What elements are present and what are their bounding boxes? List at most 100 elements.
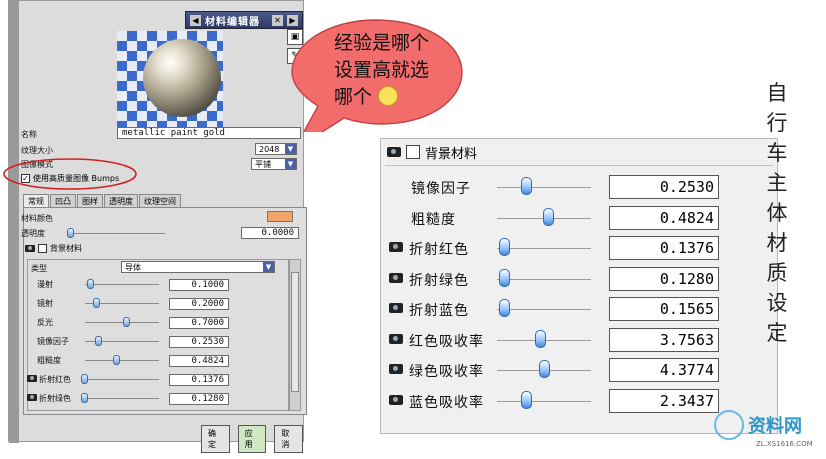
property-label: 粗糙度 [37, 356, 61, 365]
property-value-field[interactable]: 0.1280 [169, 393, 229, 405]
property-slider[interactable] [85, 379, 159, 380]
zoom-row: 折射绿色 0.1280 [381, 264, 777, 294]
side-note-char: 定 [766, 321, 788, 345]
property-slider-knob[interactable] [113, 355, 120, 365]
material-color-swatch[interactable] [267, 211, 293, 222]
camera-icon [27, 375, 37, 382]
properties-box [27, 259, 289, 411]
texture-size-select[interactable]: 2048 ▼ [255, 143, 297, 155]
property-slider[interactable] [85, 360, 159, 361]
name-field[interactable]: metallic paint gold [117, 127, 301, 139]
transparency-label: 透明度 [21, 229, 45, 238]
side-note-char: 车 [766, 141, 788, 165]
tab-transparency[interactable]: 透明度 [104, 194, 138, 208]
shading-mode-value: 平铺 [255, 159, 271, 169]
left-arrow-icon[interactable]: ◀ [190, 14, 201, 26]
property-slider[interactable] [85, 284, 159, 285]
zoom-value-field[interactable]: 0.2530 [609, 175, 719, 199]
camera-icon [389, 394, 403, 405]
shading-mode-select[interactable]: 平铺 ▼ [251, 158, 297, 170]
camera-icon [389, 364, 403, 374]
zoom-slider-knob[interactable] [543, 207, 554, 226]
close-icon[interactable]: ✕ [272, 14, 283, 26]
type-select[interactable]: 导体 ▼ [121, 261, 275, 273]
zoom-slider-knob[interactable] [535, 329, 546, 348]
scrollbar-thumb[interactable] [291, 272, 299, 392]
zoom-slider-knob[interactable] [499, 268, 510, 287]
zoom-slider-knob[interactable] [499, 299, 510, 317]
zoom-row-label: 红色吸收率 [409, 333, 484, 350]
zoom-value-field[interactable]: 2.3437 [609, 388, 719, 413]
tab-texture-space[interactable]: 纹理空间 [139, 194, 181, 208]
property-label: 镜像因子 [37, 337, 69, 346]
property-slider[interactable] [85, 322, 159, 323]
watermark-text: 资料网 [748, 416, 802, 437]
callout-text: 经验是哪个 设置高就选 哪个 [334, 30, 458, 111]
background-material-checkbox[interactable] [38, 244, 47, 253]
zoom-row: 粗糙度 0.4824 [381, 203, 777, 233]
chevron-down-icon: ▼ [285, 159, 296, 169]
material-preview [117, 31, 223, 127]
property-value-field[interactable]: 0.2000 [169, 298, 229, 310]
zoom-value-field[interactable]: 0.1376 [609, 236, 719, 260]
side-note-char: 设 [766, 291, 788, 315]
property-slider-knob[interactable] [81, 393, 88, 403]
zoom-slider-knob[interactable] [521, 177, 532, 195]
background-material-row[interactable]: 背景材料 [25, 243, 82, 254]
side-note-char: 材 [766, 231, 788, 255]
zoom-slider-knob[interactable] [521, 390, 532, 409]
zoom-slider-knob[interactable] [499, 238, 510, 256]
property-label: 镜射 [37, 299, 53, 308]
property-label: 反光 [37, 318, 53, 327]
zoom-value-field[interactable]: 4.3774 [609, 358, 719, 382]
material-sphere [143, 39, 221, 117]
property-slider-knob[interactable] [95, 336, 102, 346]
zoom-slider-knob[interactable] [539, 360, 550, 378]
watermark: 资料网 [714, 410, 802, 440]
property-slider-knob[interactable] [123, 317, 130, 327]
dialog-titlebar[interactable]: ◀ 材料编辑器 ✕ ▶ [185, 11, 303, 29]
panel-side-strip [9, 1, 19, 443]
property-slider-knob[interactable] [87, 279, 94, 289]
tab-pattern[interactable]: 图样 [77, 194, 103, 208]
zoom-slider[interactable] [497, 309, 591, 310]
watermark-logo-icon [714, 410, 744, 440]
zoomed-properties-panel: 背景材料 镜像因子 0.2530 粗糙度 0.4824 折射红色 0.1376 折射绿色 0.… [380, 138, 778, 434]
zoom-slider[interactable] [497, 278, 591, 280]
properties-scrollbar[interactable] [289, 259, 301, 411]
transparency-slider[interactable] [69, 233, 165, 234]
screenshot: ◀ 材料编辑器 ✕ ▶ ▣ ✎ 名称 metallic paint gold 纹… [0, 0, 826, 459]
background-material-checkbox[interactable] [406, 145, 420, 159]
zoom-value-field[interactable]: 0.1280 [609, 266, 719, 291]
camera-icon [25, 245, 35, 252]
property-label: 折射绿色 [39, 394, 71, 403]
highlight-ellipse [3, 158, 137, 190]
texture-size-value: 2048 [259, 144, 280, 154]
property-slider-knob[interactable] [81, 374, 88, 384]
property-value-field[interactable]: 0.1376 [169, 374, 229, 386]
zoom-row-label: 绿色吸收率 [409, 364, 484, 380]
zoom-slider[interactable] [497, 187, 591, 188]
transparency-field[interactable]: 0.0000 [241, 227, 299, 239]
cancel-button[interactable]: 取消 [274, 425, 304, 453]
property-value-field[interactable]: 0.7000 [169, 317, 229, 329]
ok-button[interactable]: 确定 [201, 425, 230, 453]
zoom-header[interactable]: 背景材料 [381, 139, 777, 165]
property-slider[interactable] [85, 398, 159, 399]
property-value-field[interactable]: 0.4824 [169, 355, 229, 367]
tab-general[interactable]: 常规 [23, 194, 49, 208]
transparency-knob[interactable] [67, 228, 74, 238]
tab-bump[interactable]: 凹凸 [50, 194, 76, 208]
property-value-field[interactable]: 0.2530 [169, 336, 229, 348]
property-slider-knob[interactable] [93, 298, 100, 308]
zoom-slider[interactable] [497, 248, 591, 249]
apply-button[interactable]: 应用 [237, 425, 267, 453]
side-note-char: 质 [766, 261, 788, 285]
zoom-value-field[interactable]: 0.4824 [609, 205, 719, 230]
dialog-title: 材料编辑器 [205, 16, 260, 28]
zoom-slider[interactable] [497, 400, 591, 402]
property-value-field[interactable]: 0.1000 [169, 279, 229, 291]
callout-line-3: 哪个 [334, 86, 373, 108]
zoom-value-field[interactable]: 0.1565 [609, 297, 719, 321]
zoom-value-field[interactable]: 3.7563 [609, 327, 719, 352]
